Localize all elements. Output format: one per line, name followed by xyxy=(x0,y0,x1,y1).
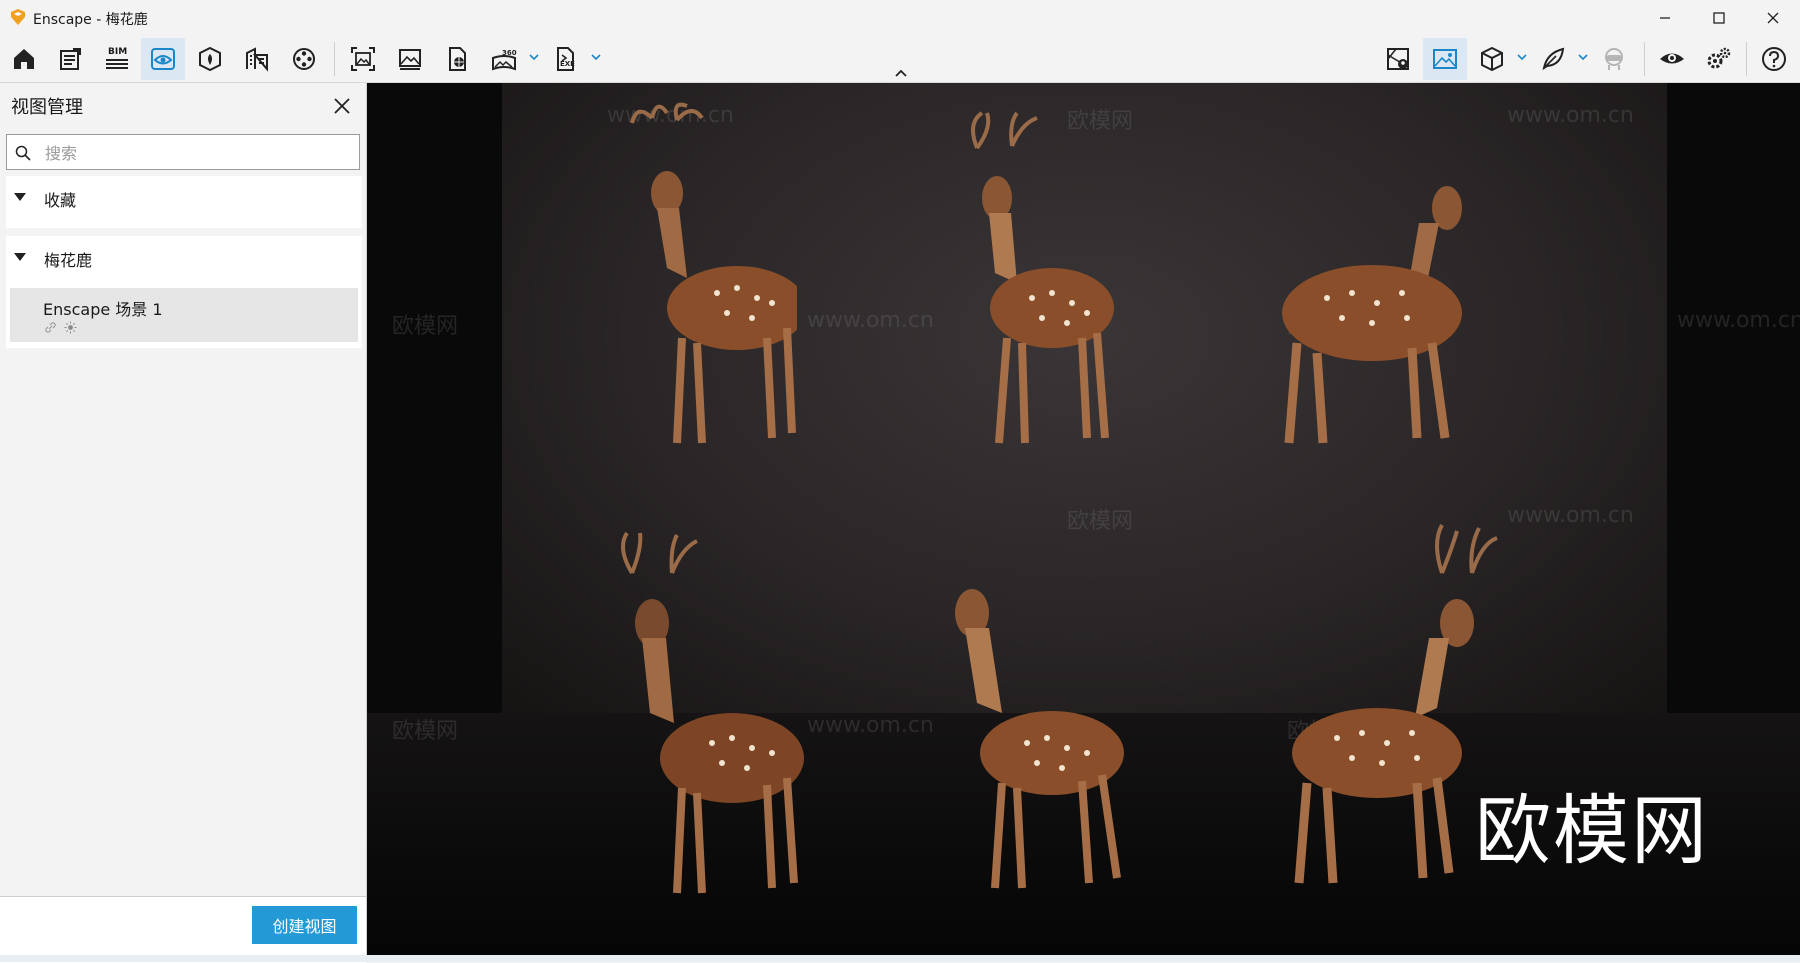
faint-watermark-brand: 欧模网 xyxy=(392,314,459,339)
maximize-icon xyxy=(1713,12,1725,24)
favorites-section: 收藏 xyxy=(6,176,362,228)
enscape-logo-icon xyxy=(11,9,25,25)
group-label: 梅花鹿 xyxy=(44,251,93,270)
screenshot-button[interactable] xyxy=(341,38,385,80)
home-icon xyxy=(14,49,34,69)
chevron-down-icon[interactable] xyxy=(1576,50,1590,64)
help-button[interactable] xyxy=(1752,38,1796,80)
settings-gears-icon xyxy=(1707,47,1731,69)
asset-library-button[interactable] xyxy=(188,38,232,80)
view-item-name: Enscape 场景 1 xyxy=(43,300,163,319)
close-icon xyxy=(1767,12,1779,24)
group-section: 梅花鹿 Enscape 场景 1 xyxy=(6,236,362,348)
home-button[interactable] xyxy=(2,38,46,80)
chevron-down-icon[interactable] xyxy=(527,50,541,64)
bim-button[interactable]: BIM xyxy=(95,38,139,80)
document-button[interactable] xyxy=(48,38,92,80)
asset-library-icon xyxy=(199,46,221,72)
image-icon xyxy=(399,49,421,70)
film-reel-icon xyxy=(293,48,315,70)
batch-render-button[interactable] xyxy=(388,38,432,80)
faint-watermark-url: www.om.cn xyxy=(807,713,934,738)
view-management-button[interactable] xyxy=(141,38,185,80)
help-icon xyxy=(1762,47,1786,71)
video-editor-button[interactable] xyxy=(282,38,326,80)
web-export-icon xyxy=(449,47,466,71)
sun-icon[interactable] xyxy=(64,321,77,334)
exe-export-button[interactable]: EXE xyxy=(543,38,587,80)
faint-watermark-url: www.om.cn xyxy=(1507,503,1634,528)
panel-footer: 创建视图 xyxy=(0,896,366,963)
landscape-image-icon xyxy=(1433,49,1457,69)
search-input[interactable] xyxy=(43,139,347,167)
bim-label: BIM xyxy=(108,47,128,57)
faint-watermark-url: www.om.cn xyxy=(1507,103,1634,128)
panorama-360-button[interactable]: 360 xyxy=(482,38,526,80)
caret-down-icon xyxy=(14,253,26,261)
deer-figure xyxy=(971,111,1114,444)
favorites-label: 收藏 xyxy=(44,191,77,210)
window-title: Enscape - 梅花鹿 xyxy=(33,12,148,28)
minimap-button[interactable] xyxy=(1376,38,1420,80)
screenshot-icon xyxy=(351,47,375,71)
feather-button[interactable] xyxy=(1531,38,1575,80)
minimize-icon xyxy=(1660,17,1670,19)
toolbar-separator xyxy=(1746,42,1747,76)
viewport-watermark: 欧模网 xyxy=(1475,786,1709,875)
deer-figure xyxy=(621,531,804,894)
view-list-item[interactable]: Enscape 场景 1 xyxy=(10,288,358,342)
create-view-button[interactable]: 创建视图 xyxy=(252,906,357,944)
vr-headset-button[interactable] xyxy=(1592,38,1636,80)
favorites-header[interactable]: 收藏 xyxy=(6,176,362,220)
group-header[interactable]: 梅花鹿 xyxy=(6,236,362,280)
panorama-360-icon: 360 xyxy=(492,49,517,71)
toolbar-separator xyxy=(1644,42,1645,76)
close-window-button[interactable] xyxy=(1746,0,1800,36)
cube-view-button[interactable] xyxy=(1470,38,1514,80)
faint-watermark-url: www.om.cn xyxy=(807,308,934,333)
eye-icon xyxy=(1660,53,1684,64)
viewport-image-button[interactable] xyxy=(1423,38,1467,80)
settings-button[interactable] xyxy=(1697,38,1741,80)
title-bar: Enscape - 梅花鹿 xyxy=(0,0,1800,36)
chevron-down-icon[interactable] xyxy=(1515,50,1529,64)
document-list-icon xyxy=(60,48,81,70)
collapse-toolbar-chevron-icon[interactable] xyxy=(893,67,909,79)
panel-title: 视图管理 xyxy=(11,97,83,118)
caret-down-icon xyxy=(14,193,26,201)
eye-window-icon xyxy=(151,48,175,70)
window-bottom-border xyxy=(0,955,1800,962)
minimize-button[interactable] xyxy=(1638,0,1692,36)
exe-export-icon: EXE xyxy=(557,47,575,71)
chevron-down-icon[interactable] xyxy=(589,50,603,64)
visibility-button[interactable] xyxy=(1650,38,1694,80)
faint-watermark-url: www.om.cn xyxy=(1677,308,1800,333)
deer-figure xyxy=(630,102,797,444)
render-viewport[interactable]: www.om.cn 欧模网 www.om.cn 欧模网 www.om.cn 欧模… xyxy=(367,83,1800,955)
close-icon[interactable] xyxy=(331,95,353,117)
material-editor-button[interactable] xyxy=(235,38,279,80)
feather-icon xyxy=(1542,47,1565,71)
building-icon xyxy=(246,47,268,72)
deer-figure xyxy=(955,589,1124,889)
toolbar-separator xyxy=(334,42,335,76)
web-standalone-button[interactable] xyxy=(435,38,479,80)
link-icon[interactable] xyxy=(44,321,57,334)
search-field xyxy=(6,134,360,170)
maximize-button[interactable] xyxy=(1692,0,1746,36)
search-icon xyxy=(15,145,31,161)
deer-figure xyxy=(1282,186,1462,444)
view-management-panel: 视图管理 收藏 梅花鹿 Enscape 场景 1 创建视图 xyxy=(0,83,367,963)
cube-icon xyxy=(1481,46,1503,72)
map-pin-icon xyxy=(1387,48,1409,70)
vr-headset-icon xyxy=(1605,48,1623,70)
faint-watermark-brand: 欧模网 xyxy=(392,719,459,744)
faint-watermark-brand: 欧模网 xyxy=(1067,509,1134,534)
